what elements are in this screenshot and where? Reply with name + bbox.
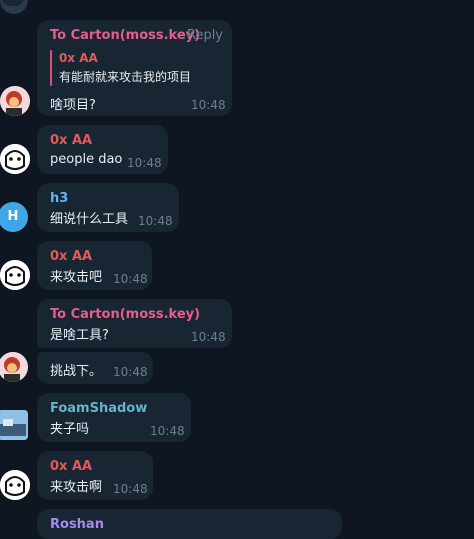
message-time: 10:48 xyxy=(113,482,148,496)
message-sender[interactable]: FoamShadow xyxy=(50,401,147,416)
message-sender[interactable]: h3 xyxy=(50,191,68,206)
message-text: 夹子吗 xyxy=(50,422,90,437)
message-time: 10:48 xyxy=(138,214,173,228)
message-time: 10:48 xyxy=(113,365,148,379)
message-text: 来攻击吧 xyxy=(50,270,103,285)
message-time: 10:48 xyxy=(191,330,226,344)
avatar-image xyxy=(0,86,30,116)
message-bubble[interactable]: 0x AA 来攻击吧 10:48 xyxy=(37,241,152,290)
avatar[interactable] xyxy=(0,144,30,174)
message-text: 细说什么工具 xyxy=(50,212,129,227)
avatar[interactable] xyxy=(0,470,30,500)
avatar-image xyxy=(0,352,28,382)
reply-button[interactable]: Reply xyxy=(187,28,223,43)
avatar[interactable] xyxy=(0,352,28,382)
message-bubble[interactable]: 挑战下。 10:48 xyxy=(37,352,153,384)
message-bubble[interactable]: 0x AA people dao 10:48 xyxy=(37,125,168,174)
message-time: 10:48 xyxy=(150,424,185,438)
message-sender[interactable]: To Carton(moss.key) xyxy=(50,307,200,322)
message-text: 挑战下。 xyxy=(50,364,103,379)
message-sender[interactable]: To Carton(moss.key) xyxy=(50,28,200,43)
quote-bar xyxy=(50,50,52,86)
message-text: 啥项目? xyxy=(50,98,96,113)
message-sender[interactable]: 0x AA xyxy=(50,249,92,264)
message-time: 10:48 xyxy=(191,98,226,112)
message-bubble[interactable]: FoamShadow 夹子吗 10:48 xyxy=(37,393,191,442)
message-sender[interactable]: 0x AA xyxy=(50,459,92,474)
message-bubble[interactable]: h3 细说什么工具 10:48 xyxy=(37,183,179,232)
message-bubble[interactable]: 0x AA 来攻击啊 10:48 xyxy=(37,451,153,500)
quote-text: 有能耐就来攻击我的项目 xyxy=(59,70,192,84)
message-sender[interactable]: 0x AA xyxy=(50,133,92,148)
avatar-initial: H xyxy=(7,209,19,224)
avatar-h3[interactable]: H xyxy=(0,202,28,232)
message-sender[interactable]: Roshan xyxy=(50,517,104,532)
avatar[interactable] xyxy=(0,260,30,290)
message-bubble[interactable]: To Carton(moss.key) Reply 0x AA 有能耐就来攻击我… xyxy=(37,20,232,116)
message-time: 10:48 xyxy=(127,156,162,170)
avatar-image xyxy=(0,470,30,500)
quote-sender[interactable]: 0x AA xyxy=(59,51,98,65)
message-time: 10:48 xyxy=(113,272,148,286)
avatar-image xyxy=(0,260,30,290)
avatar-image xyxy=(0,144,30,174)
avatar[interactable] xyxy=(0,410,28,440)
message-bubble[interactable]: Roshan xyxy=(37,509,342,539)
avatar[interactable] xyxy=(0,86,30,116)
message-text: 来攻击啊 xyxy=(50,480,103,495)
message-bubble[interactable]: To Carton(moss.key) 是啥工具? 10:48 xyxy=(37,299,232,348)
message-text: people dao xyxy=(50,152,123,167)
avatar-image xyxy=(0,410,28,440)
message-text: 是啥工具? xyxy=(50,328,109,343)
